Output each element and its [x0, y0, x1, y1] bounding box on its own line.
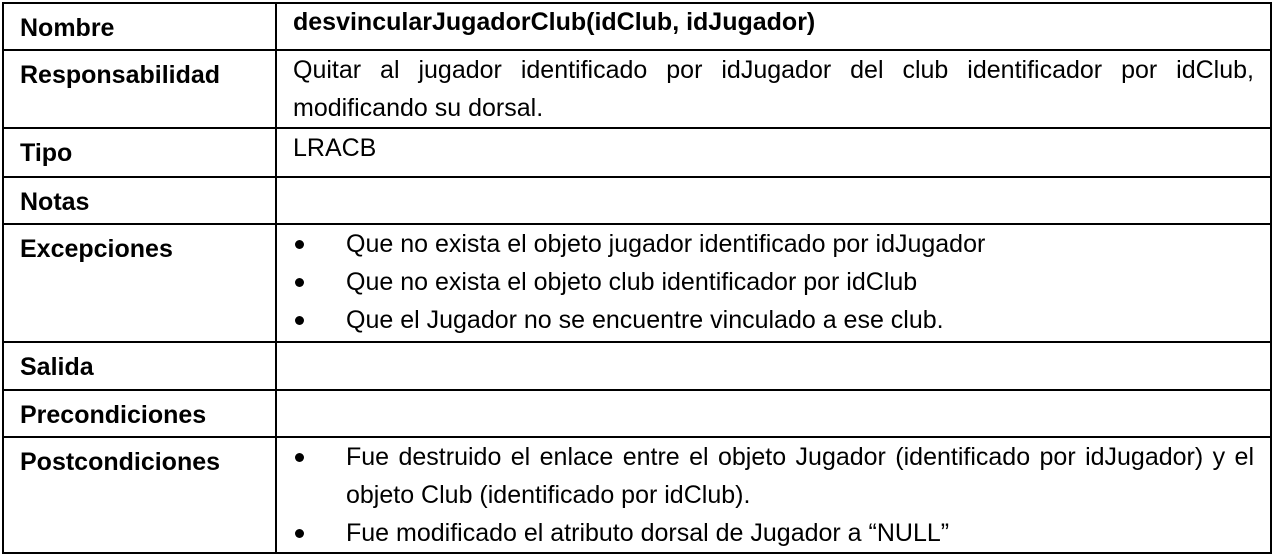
row-postcondiciones: Postcondiciones Fue destruido el enlace … [2, 436, 1272, 554]
list-item-text: Que el Jugador no se encuentre vinculado… [346, 306, 944, 334]
value-responsabilidad: Quitar al jugador identificado por idJug… [275, 49, 1272, 129]
list-item: Que no exista el objeto club identificad… [293, 263, 1254, 301]
bullet-icon [295, 453, 304, 462]
list-item-text: Fue destruido el enlace entre el objeto … [346, 443, 1254, 509]
label-precondiciones: Precondiciones [2, 389, 277, 438]
list-item-text: Fue modificado el atributo dorsal de Jug… [346, 519, 950, 547]
value-nombre: desvincularJugadorClub(idClub, idJugador… [275, 2, 1272, 51]
row-excepciones: Excepciones Que no exista el objeto juga… [2, 223, 1272, 343]
bullet-icon [295, 316, 304, 325]
bullet-icon [295, 529, 304, 538]
label-tipo: Tipo [2, 127, 277, 178]
value-excepciones: Que no exista el objeto jugador identifi… [275, 223, 1272, 343]
list-item: Fue destruido el enlace entre el objeto … [293, 438, 1254, 514]
label-nombre: Nombre [2, 2, 277, 51]
excepciones-list: Que no exista el objeto jugador identifi… [293, 225, 1254, 339]
row-salida: Salida [2, 341, 1272, 391]
list-item: Fue modificado el atributo dorsal de Jug… [293, 514, 1254, 552]
row-notas: Notas [2, 176, 1272, 225]
postcondiciones-list: Fue destruido el enlace entre el objeto … [293, 438, 1254, 552]
value-notas [275, 176, 1272, 225]
row-responsabilidad: Responsabilidad Quitar al jugador identi… [2, 49, 1272, 129]
row-tipo: Tipo LRACB [2, 127, 1272, 178]
bullet-icon [295, 278, 304, 287]
row-nombre: Nombre desvincularJugadorClub(idClub, id… [2, 2, 1272, 51]
row-precondiciones: Precondiciones [2, 389, 1272, 438]
value-salida [275, 341, 1272, 391]
value-precondiciones [275, 389, 1272, 438]
value-postcondiciones: Fue destruido el enlace entre el objeto … [275, 436, 1272, 554]
value-tipo: LRACB [275, 127, 1272, 178]
list-item: Que no exista el objeto jugador identifi… [293, 225, 1254, 263]
label-responsabilidad: Responsabilidad [2, 49, 277, 129]
label-salida: Salida [2, 341, 277, 391]
list-item: Que el Jugador no se encuentre vinculado… [293, 301, 1254, 339]
operation-spec-table: Nombre desvincularJugadorClub(idClub, id… [2, 2, 1272, 554]
list-item-text: Que no exista el objeto club identificad… [346, 268, 918, 296]
label-notas: Notas [2, 176, 277, 225]
label-excepciones: Excepciones [2, 223, 277, 343]
list-item-text: Que no exista el objeto jugador identifi… [346, 230, 986, 258]
label-postcondiciones: Postcondiciones [2, 436, 277, 554]
bullet-icon [295, 240, 304, 249]
